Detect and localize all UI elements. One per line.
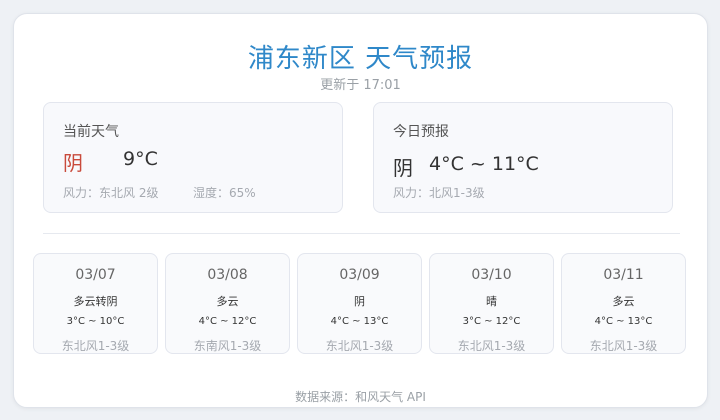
update-time: 更新于 17:01 [320,78,401,93]
today-temperature-range: 4°C ~ 11°C [429,153,539,175]
today-condition: 阴 [393,156,413,180]
forecast-day-card: 03/08 多云 4°C ~ 12°C 东南风1-3级 [165,253,290,354]
divider [43,233,680,234]
forecast-condition: 多云转阴 [73,295,118,308]
forecast-wind: 东南风1-3级 [193,339,262,353]
forecast-day-card: 03/11 多云 4°C ~ 13°C 东北风1-3级 [561,253,686,354]
forecast-temperature: 3°C ~ 12°C [462,316,521,327]
current-weather-panel: 当前天气 阴 9°C 风力：东北风 2级 湿度：65% [43,102,343,213]
forecast-date: 03/10 [471,267,512,283]
forecast-temperature: 3°C ~ 10°C [66,316,125,327]
forecast-temperature: 4°C ~ 12°C [198,316,257,327]
forecast-wind: 东北风1-3级 [325,339,394,353]
data-source: 数据来源：和风天气 API [295,390,426,404]
forecast-date: 03/11 [603,267,644,283]
forecast-wind: 东北风1-3级 [589,339,658,353]
forecast-day-card: 03/09 阴 4°C ~ 13°C 东北风1-3级 [297,253,422,354]
forecast-condition: 晴 [486,295,497,308]
weather-card: 浦东新区 天气预报 更新于 17:01 当前天气 阴 9°C 风力：东北风 2级… [13,13,708,408]
forecast-row: 03/07 多云转阴 3°C ~ 10°C 东北风1-3级 03/08 多云 4… [33,253,688,354]
forecast-wind: 东北风1-3级 [457,339,526,353]
forecast-date: 03/07 [75,267,116,283]
forecast-date: 03/08 [207,267,248,283]
forecast-condition: 阴 [354,295,365,308]
current-weather-label: 当前天气 [63,124,119,140]
forecast-day-card: 03/10 晴 3°C ~ 12°C 东北风1-3级 [429,253,554,354]
forecast-condition: 多云 [216,295,239,308]
forecast-date: 03/09 [339,267,380,283]
forecast-day-card: 03/07 多云转阴 3°C ~ 10°C 东北风1-3级 [33,253,158,354]
current-humidity: 湿度：65% [193,186,256,200]
forecast-temperature: 4°C ~ 13°C [594,316,653,327]
forecast-temperature: 4°C ~ 13°C [330,316,389,327]
forecast-condition: 多云 [612,295,635,308]
page-title: 浦东新区 天气预报 [247,44,474,74]
current-temperature: 9°C [123,148,158,170]
forecast-wind: 东北风1-3级 [61,339,130,353]
current-condition: 阴 [63,151,83,175]
current-wind: 风力：东北风 2级 [63,186,159,200]
today-wind: 风力：北风1-3级 [393,186,485,200]
today-forecast-panel: 今日预报 阴 4°C ~ 11°C 风力：北风1-3级 [373,102,673,213]
today-forecast-label: 今日预报 [393,124,449,140]
